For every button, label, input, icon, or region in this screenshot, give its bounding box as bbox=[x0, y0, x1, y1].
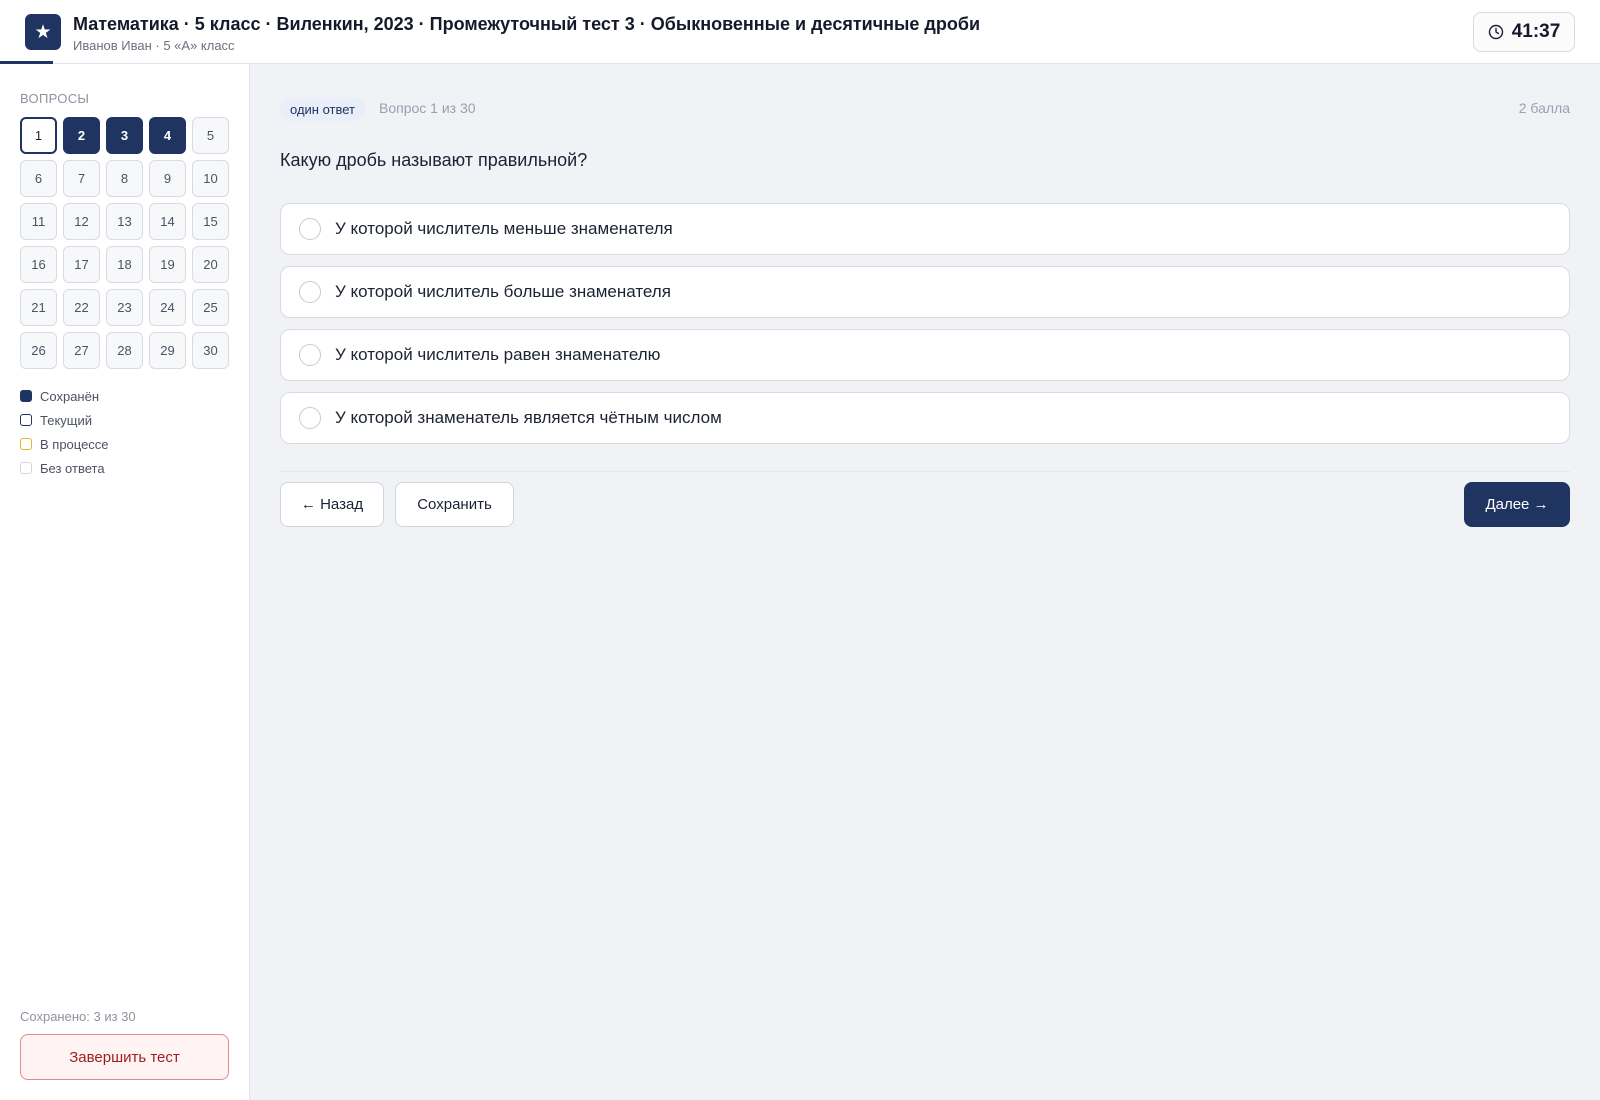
question-nav-29[interactable]: 29 bbox=[149, 332, 186, 369]
next-button[interactable]: Далее → bbox=[1464, 482, 1570, 527]
answer-option-label: У которой числитель больше знаменателя bbox=[335, 282, 671, 301]
question-nav-6[interactable]: 6 bbox=[20, 160, 57, 197]
timer: 41:37 bbox=[1473, 12, 1575, 52]
question-points: 2 балла bbox=[1518, 100, 1570, 116]
question-nav-4[interactable]: 4 bbox=[149, 117, 186, 154]
answer-option-1[interactable]: У которой числитель меньше знаменателя bbox=[280, 203, 1570, 255]
question-nav-17[interactable]: 17 bbox=[63, 246, 100, 283]
legend-swatch-progress bbox=[20, 438, 32, 450]
legend-label: Без ответа bbox=[40, 460, 105, 476]
question-nav-14[interactable]: 14 bbox=[149, 203, 186, 240]
legend-item-none: Без ответа bbox=[20, 456, 109, 480]
legend-swatch-none bbox=[20, 462, 32, 474]
radio-button[interactable] bbox=[299, 281, 321, 303]
answer-option-3[interactable]: У которой числитель равен знаменателю bbox=[280, 329, 1570, 381]
question-type-badge: один ответ bbox=[280, 97, 365, 121]
questions-label: Вопросы bbox=[20, 91, 90, 106]
question-nav-23[interactable]: 23 bbox=[106, 289, 143, 326]
question-nav-26[interactable]: 26 bbox=[20, 332, 57, 369]
legend-label: В процессе bbox=[40, 436, 109, 452]
question-nav-1[interactable]: 1 bbox=[20, 117, 57, 154]
legend-item-saved: Сохранён bbox=[20, 384, 109, 408]
question-nav-18[interactable]: 18 bbox=[106, 246, 143, 283]
legend-label: Сохранён bbox=[40, 388, 100, 404]
question-nav-2[interactable]: 2 bbox=[63, 117, 100, 154]
question-nav-5[interactable]: 5 bbox=[192, 117, 229, 154]
question-nav-22[interactable]: 22 bbox=[63, 289, 100, 326]
star-logo-icon: ★ bbox=[25, 14, 61, 50]
answer-option-2[interactable]: У которой числитель больше знаменателя bbox=[280, 266, 1570, 318]
legend-swatch-saved bbox=[20, 390, 32, 402]
answer-option-label: У которой числитель меньше знаменателя bbox=[335, 219, 673, 238]
radio-button[interactable] bbox=[299, 407, 321, 429]
question-nav-12[interactable]: 12 bbox=[63, 203, 100, 240]
question-nav-8[interactable]: 8 bbox=[106, 160, 143, 197]
question-nav-28[interactable]: 28 bbox=[106, 332, 143, 369]
question-number: Вопрос 1 из 30 bbox=[379, 100, 476, 116]
question-panel: один ответ Вопрос 1 из 30 2 балла Какую … bbox=[250, 64, 1600, 1100]
question-nav-21[interactable]: 21 bbox=[20, 289, 57, 326]
clock-icon bbox=[1488, 24, 1503, 40]
top-bar: ★ Математика · 5 класс · Виленкин, 2023 … bbox=[0, 0, 1600, 64]
question-nav-24[interactable]: 24 bbox=[149, 289, 186, 326]
question-nav-27[interactable]: 27 bbox=[63, 332, 100, 369]
answer-option-label: У которой числитель равен знаменателю bbox=[335, 345, 661, 364]
test-title: Математика · 5 класс · Виленкин, 2023 · … bbox=[73, 14, 981, 34]
finish-test-button[interactable]: Завершить тест bbox=[20, 1034, 229, 1080]
question-nav-20[interactable]: 20 bbox=[192, 246, 229, 283]
legend-swatch-current bbox=[20, 414, 32, 426]
question-nav-30[interactable]: 30 bbox=[192, 332, 229, 369]
radio-button[interactable] bbox=[299, 218, 321, 240]
legend-item-progress: В процессе bbox=[20, 432, 109, 456]
question-grid: 1 2 3 4 5 6 7 8 9 10 11 12 13 14 15 16 17 18 19 20 21 22 23 24 2… bbox=[20, 117, 229, 369]
timer-value: 41:37 bbox=[1511, 21, 1561, 42]
status-legend: Сохранён Текущий В процессе Без ответа bbox=[20, 384, 109, 480]
sidebar: Вопросы 1 2 3 4 5 6 7 8 9 10 11 12 13 14 15 16 17 18 19 20 2… bbox=[0, 64, 250, 1100]
question-nav-13[interactable]: 13 bbox=[106, 203, 143, 240]
divider bbox=[280, 471, 1570, 472]
question-nav-10[interactable]: 10 bbox=[192, 160, 229, 197]
radio-button[interactable] bbox=[299, 344, 321, 366]
legend-label: Текущий bbox=[40, 412, 92, 428]
question-nav-19[interactable]: 19 bbox=[149, 246, 186, 283]
question-nav-3[interactable]: 3 bbox=[106, 117, 143, 154]
answer-option-label: У которой знаменатель является чётным чи… bbox=[335, 408, 722, 427]
answer-option-4[interactable]: У которой знаменатель является чётным чи… bbox=[280, 392, 1570, 444]
question-nav-11[interactable]: 11 bbox=[20, 203, 57, 240]
question-text: Какую дробь называют правильной? bbox=[280, 150, 588, 170]
question-nav-25[interactable]: 25 bbox=[192, 289, 229, 326]
saved-count: Сохранено: 3 из 30 bbox=[20, 1009, 136, 1024]
back-button[interactable]: ← Назад bbox=[280, 482, 384, 527]
question-nav-9[interactable]: 9 bbox=[149, 160, 186, 197]
save-button[interactable]: Сохранить bbox=[395, 482, 514, 527]
question-nav-7[interactable]: 7 bbox=[63, 160, 100, 197]
answer-options: У которой числитель меньше знаменателя У … bbox=[280, 203, 1570, 455]
question-nav-15[interactable]: 15 bbox=[192, 203, 229, 240]
student-info: Иванов Иван · 5 «А» класс bbox=[73, 38, 235, 53]
legend-item-current: Текущий bbox=[20, 408, 109, 432]
question-nav-16[interactable]: 16 bbox=[20, 246, 57, 283]
